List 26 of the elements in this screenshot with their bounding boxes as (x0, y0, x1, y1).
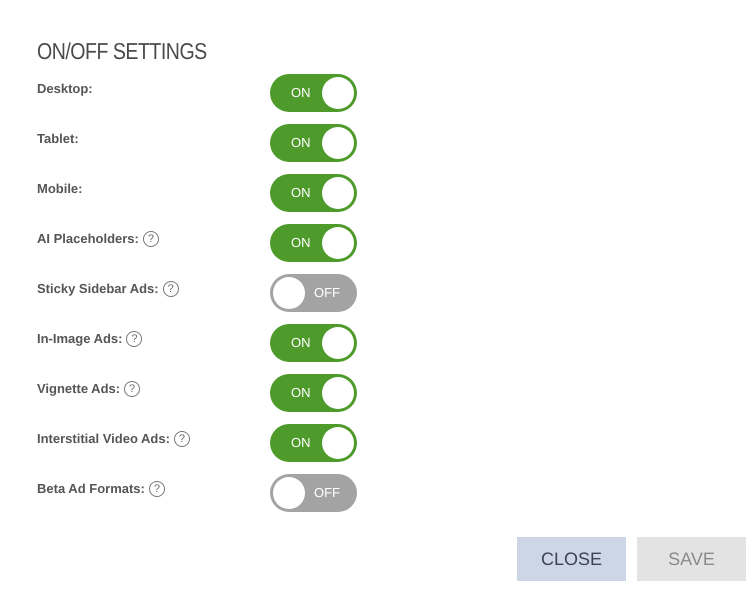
help-icon[interactable]: ? (174, 431, 190, 447)
setting-label: AI Placeholders: (37, 230, 139, 248)
help-icon[interactable]: ? (124, 381, 140, 397)
toggle-switch[interactable]: ON (270, 374, 357, 412)
dialog-button[interactable]: CLOSE (517, 537, 626, 581)
setting-label: Sticky Sidebar Ads: (37, 280, 159, 298)
toggle-switch[interactable]: ON (270, 324, 357, 362)
toggle-switch[interactable]: ON (270, 74, 357, 112)
toggle-switch[interactable]: OFF (270, 274, 357, 312)
toggle-switch[interactable]: ON (270, 174, 357, 212)
toggle-switch[interactable]: ON (270, 224, 357, 262)
toggle-switch[interactable]: ON (270, 124, 357, 162)
help-icon[interactable]: ? (162, 281, 179, 297)
help-icon[interactable]: ? (142, 231, 159, 247)
setting-label: Mobile: (37, 180, 82, 198)
setting-label: Interstitial Video Ads: (37, 430, 170, 448)
setting-label: Desktop: (37, 80, 93, 98)
dialog-title: ON/OFF SETTINGS (37, 37, 208, 66)
setting-label: Vignette Ads: (37, 380, 120, 398)
setting-label: Beta Ad Formats: (37, 480, 145, 498)
toggle-switch[interactable]: OFF (270, 474, 357, 512)
setting-label: Tablet: (37, 130, 79, 148)
setting-label: In-Image Ads: (37, 330, 122, 348)
help-icon[interactable]: ? (126, 331, 142, 347)
help-icon[interactable]: ? (148, 481, 165, 497)
toggle-switch[interactable]: ON (270, 424, 357, 462)
